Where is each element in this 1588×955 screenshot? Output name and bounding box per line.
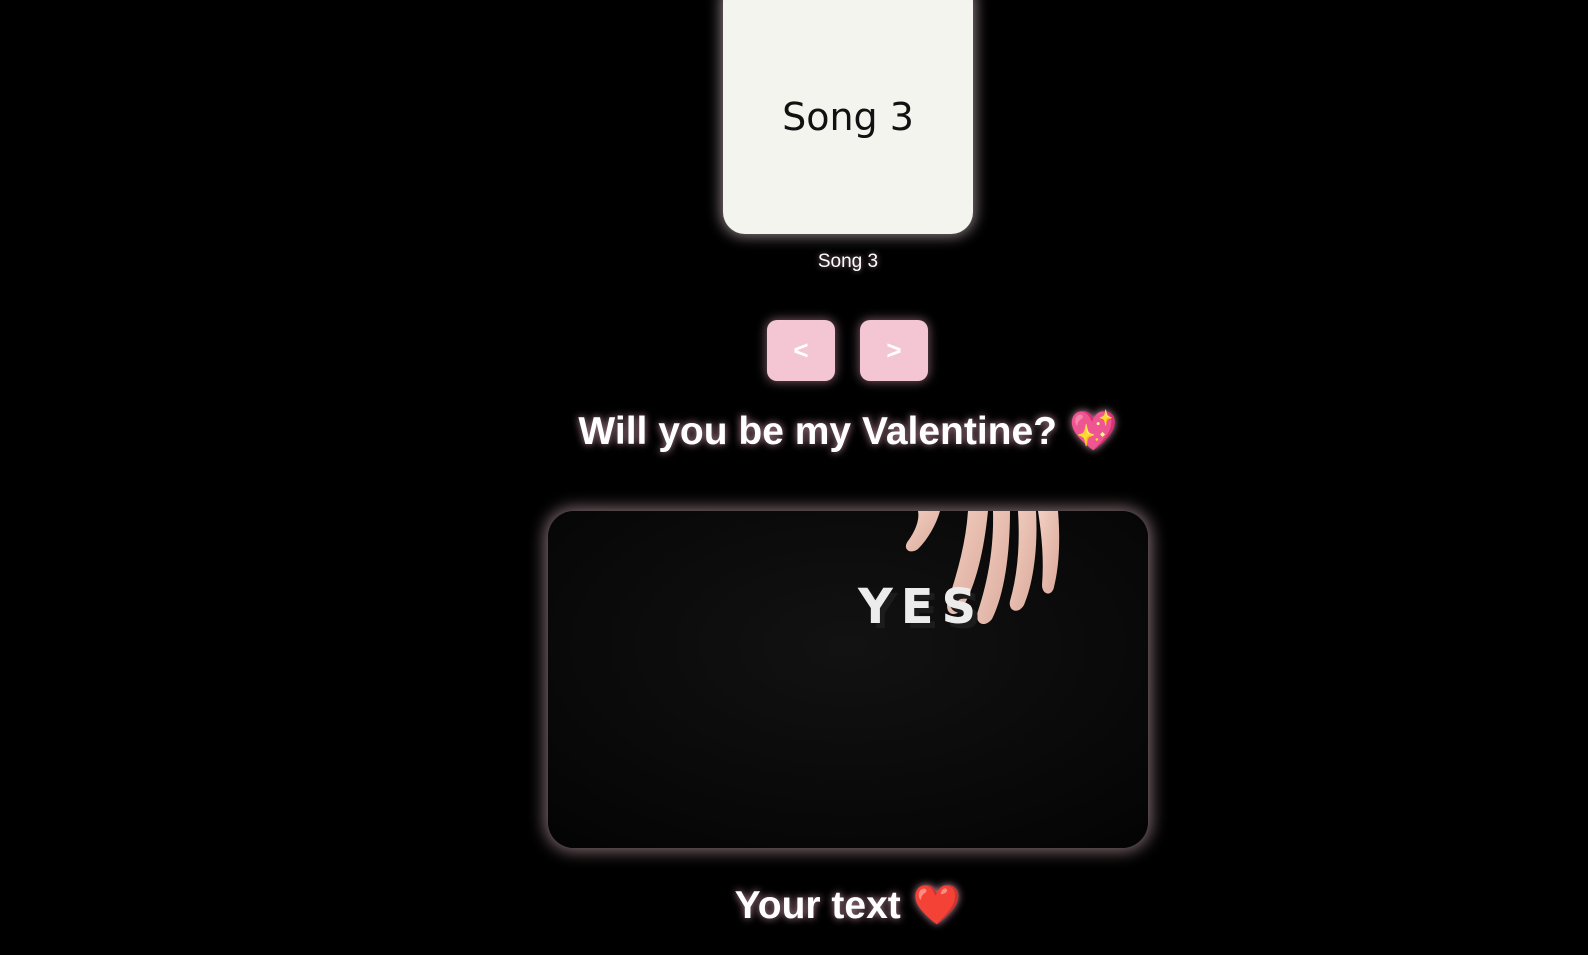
custom-text: Your text ❤️ bbox=[0, 882, 1588, 928]
yes-word: YES bbox=[857, 579, 984, 635]
sparkling-heart-icon: 💖 bbox=[1069, 409, 1118, 454]
question-text: Will you be my Valentine? bbox=[578, 410, 1058, 453]
next-song-button[interactable]: > bbox=[860, 320, 928, 381]
valentine-question: Will you be my Valentine? 💖 bbox=[0, 408, 1588, 454]
album-art-title: Song 3 bbox=[782, 95, 914, 139]
song-title: Song 3 bbox=[817, 251, 879, 272]
video-player[interactable]: YES YES bbox=[548, 511, 1148, 848]
previous-song-button[interactable]: < bbox=[767, 320, 835, 381]
yes-letters: YES YES bbox=[857, 579, 984, 640]
previous-button-label: < bbox=[793, 335, 809, 365]
next-button-label: > bbox=[886, 335, 902, 365]
footer-text-label: Your text bbox=[734, 884, 901, 927]
video-frame-image: YES YES bbox=[548, 511, 1148, 848]
page: Song 3 Song 3 < > Will you be my Valenti… bbox=[0, 0, 1588, 955]
red-heart-icon: ❤️ bbox=[912, 883, 962, 928]
album-art-card: Song 3 bbox=[723, 0, 973, 234]
